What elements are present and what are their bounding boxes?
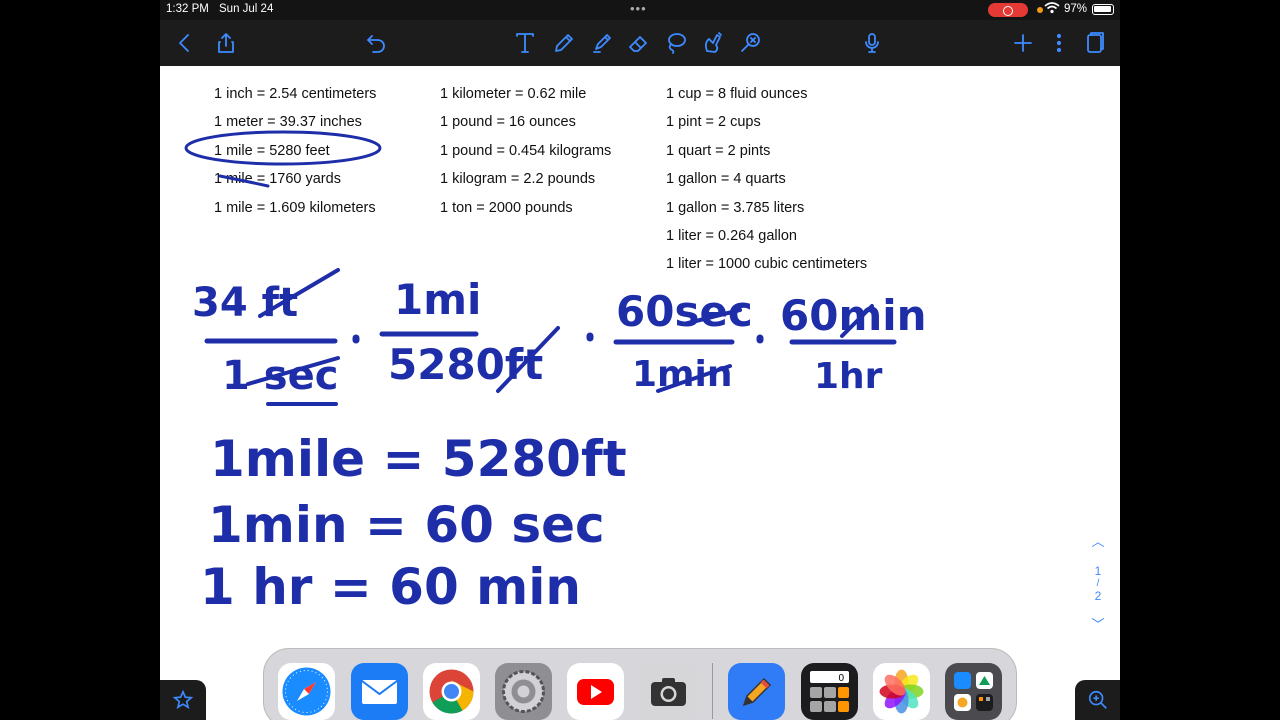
cancel-ft-slash (496, 326, 560, 393)
conversion-column-mass: 1 kilometer = 0.62 mile 1 pound = 16 oun… (440, 80, 611, 222)
conversion-line: 1 mile = 1760 yards (214, 171, 341, 188)
text-tool-icon[interactable] (510, 28, 540, 58)
conversion-line: 1 liter = 1000 cubic centimeters (666, 256, 868, 273)
share-icon[interactable] (211, 28, 241, 58)
cancel-min-slash (840, 304, 874, 338)
conversion-line: 1 inch = 2.54 centimeters (214, 86, 377, 102)
elements-tool-icon[interactable] (698, 28, 728, 58)
photos-app-icon[interactable] (873, 663, 930, 720)
fraction2-numerator: 1mi (394, 275, 481, 324)
conversion-line: 1 gallon = 4 quarts (666, 171, 786, 188)
conversion-line: 1 ton = 2000 pounds (440, 199, 573, 216)
more-icon[interactable] (1044, 28, 1074, 58)
undo-icon[interactable] (361, 28, 391, 58)
microphone-indicator-icon (1037, 7, 1043, 13)
fraction3-denominator: 1min (632, 354, 733, 395)
dock: 0 (263, 648, 1017, 720)
back-icon[interactable] (170, 28, 200, 58)
conversion-column-length: 1 inch = 2.54 centimeters 1 meter = 39.3… (214, 80, 376, 222)
battery-icon (1092, 4, 1114, 15)
status-bar: 1:32 PM Sun Jul 24 ••• 97% (160, 0, 1120, 20)
youtube-app-icon[interactable] (567, 663, 624, 720)
fraction1-numerator: 34 ft (192, 280, 298, 326)
microphone-icon[interactable] (857, 28, 887, 58)
lasso-tool-icon[interactable] (661, 28, 691, 58)
fraction4-denominator: 1hr (814, 356, 883, 397)
page-down-chevron-icon[interactable]: ﹀ (1085, 615, 1111, 635)
goodnotes-app-icon[interactable] (728, 663, 785, 720)
conversion-line: 1 pound = 16 ounces (440, 114, 576, 131)
conversion-line: 1 gallon = 3.785 liters (666, 199, 805, 216)
page-up-chevron-icon[interactable]: ︿ (1085, 532, 1111, 552)
total-pages: 2 (1094, 589, 1102, 603)
cancel-sec-slash (246, 356, 340, 386)
conversion-line: 1 liter = 0.264 gallon (666, 228, 797, 245)
cancel-ft-slash (258, 268, 340, 318)
calculator-app-icon[interactable]: 0 (801, 663, 858, 720)
screen-recording-icon[interactable] (988, 3, 1028, 17)
camera-app-icon[interactable] (640, 663, 697, 720)
chrome-app-icon[interactable] (423, 663, 480, 720)
conversion-line: 1 pound = 0.454 kilograms (440, 142, 612, 159)
toolbar (160, 20, 1120, 66)
fraction3-numerator: 60sec (616, 287, 753, 336)
note-page[interactable]: 1 inch = 2.54 centimeters 1 meter = 39.3… (160, 66, 1120, 720)
page-navigator: ︿ 1 / 2 ﹀ (1085, 532, 1111, 635)
laser-pointer-icon[interactable] (735, 28, 765, 58)
current-page: 1 (1094, 564, 1102, 578)
screen: 1:32 PM Sun Jul 24 ••• 97% 1 inch = 2.54… (0, 0, 1280, 720)
settings-app-icon[interactable] (495, 663, 552, 720)
conversion-line: 1 mile = 1.609 kilometers (214, 199, 376, 216)
favorites-star-icon[interactable] (160, 680, 206, 720)
cancel-sec-slash (682, 308, 742, 326)
wifi-icon (1044, 2, 1060, 17)
status-time: 1:32 PM (166, 3, 209, 15)
safari-app-icon[interactable] (278, 663, 335, 720)
conversion-column-volume: 1 cup = 8 fluid ounces 1 pint = 2 cups 1… (666, 80, 867, 279)
conversion-line: 1 mile = 5280 feet (214, 142, 330, 159)
fraction2-denominator: 5280ft (388, 340, 543, 389)
equation-hr-min: 1 hr = 60 min (200, 558, 581, 616)
highlighter-tool-icon[interactable] (587, 28, 617, 58)
pen-tool-icon[interactable] (549, 28, 579, 58)
conversion-line: 1 meter = 39.37 inches (214, 114, 362, 131)
conversion-line: 1 cup = 8 fluid ounces (666, 86, 808, 102)
add-icon[interactable] (1008, 28, 1038, 58)
fraction1-denominator: 1 sec (222, 353, 338, 399)
multitasking-dots-icon[interactable]: ••• (630, 1, 647, 16)
conversion-line: 1 kilometer = 0.62 mile (440, 86, 587, 102)
equation-min-sec: 1min = 60 sec (208, 496, 605, 554)
calculator-display: 0 (838, 673, 844, 684)
page-separator: / (1096, 578, 1100, 589)
fraction4-numerator: 60min (780, 291, 927, 340)
conversion-line: 1 kilogram = 2.2 pounds (440, 171, 596, 188)
cancel-min-slash (656, 364, 732, 393)
mail-app-icon[interactable] (351, 663, 408, 720)
conversion-line: 1 quart = 2 pints (666, 142, 771, 159)
status-date: Sun Jul 24 (219, 3, 274, 15)
app-folder-icon[interactable] (945, 663, 1002, 720)
dock-separator (712, 663, 713, 719)
eraser-tool-icon[interactable] (624, 28, 654, 58)
ipad-screen: 1:32 PM Sun Jul 24 ••• 97% 1 inch = 2.54… (160, 0, 1120, 720)
zoom-icon[interactable] (1075, 680, 1120, 720)
battery-percentage: 97% (1064, 3, 1088, 15)
conversion-line: 1 pint = 2 cups (666, 114, 761, 131)
pages-icon[interactable] (1080, 28, 1110, 58)
equation-mile-feet: 1mile = 5280ft (210, 430, 627, 488)
